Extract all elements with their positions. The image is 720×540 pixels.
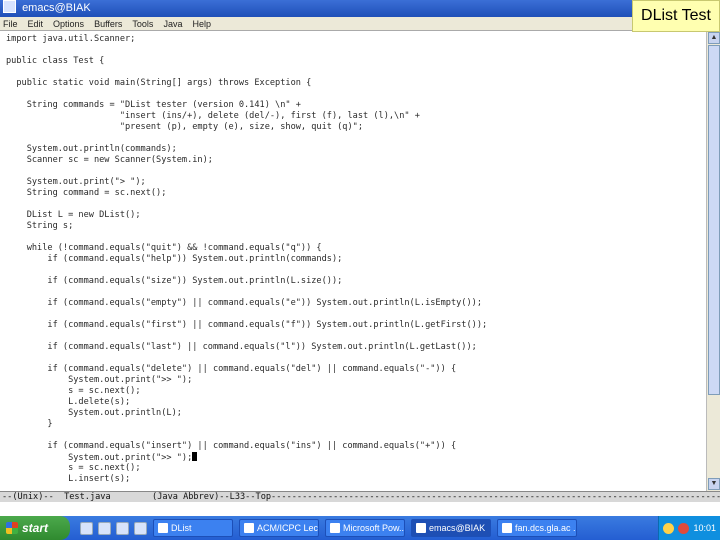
text-cursor: [192, 452, 198, 461]
menu-item-edit[interactable]: Edit: [28, 17, 44, 30]
start-label: start: [22, 521, 49, 535]
code-line[interactable]: DList L = new DList();: [6, 210, 141, 220]
start-button[interactable]: start: [0, 516, 70, 540]
window-titlebar[interactable]: emacs@BIAK: [0, 0, 720, 17]
window-icon: [330, 523, 340, 533]
system-tray: 10:01: [658, 516, 720, 540]
menu-item-buffers[interactable]: Buffers: [94, 17, 122, 30]
code-line[interactable]: while (!command.equals("quit") && !comma…: [6, 243, 322, 253]
scroll-thumb[interactable]: [708, 45, 720, 395]
windows-logo-icon: [6, 522, 18, 534]
code-line[interactable]: if (command.equals("last") || command.eq…: [6, 342, 476, 352]
taskbar-task-label: ACM/ICPC Lecture ...: [257, 523, 319, 533]
code-line[interactable]: "insert (ins/+), delete (del/-), first (…: [6, 111, 420, 121]
code-line[interactable]: if (command.equals("empty") || command.e…: [6, 298, 482, 308]
code-line[interactable]: System.out.print(">> ");: [6, 452, 198, 463]
code-line[interactable]: public static void main(String[] args) t…: [6, 78, 311, 88]
window-icon: [416, 523, 426, 533]
browser-icon[interactable]: [80, 521, 93, 535]
code-line[interactable]: if (command.equals("help")) System.out.p…: [6, 254, 342, 264]
code-line[interactable]: if (command.equals("delete") || command.…: [6, 364, 456, 374]
emacs-icon: [3, 0, 16, 13]
code-line[interactable]: import java.util.Scanner;: [6, 34, 135, 44]
code-line[interactable]: s = sc.next();: [6, 463, 140, 473]
code-editor[interactable]: import java.util.Scanner; public class Te…: [0, 31, 706, 491]
vertical-scrollbar[interactable]: ▲ ▼: [706, 31, 720, 491]
code-line[interactable]: System.out.println(commands);: [6, 144, 177, 154]
window-icon: [244, 523, 254, 533]
explorer-icon[interactable]: [134, 521, 147, 535]
minibuffer[interactable]: [0, 502, 720, 516]
taskbar-task[interactable]: DList: [153, 519, 233, 537]
scroll-down-icon[interactable]: ▼: [708, 478, 720, 490]
taskbar-task-label: fan.dcs.gla.ac ...: [515, 523, 577, 533]
task-list: DList ACM/ICPC Lecture ... Microsoft Pow..…: [147, 519, 577, 537]
window-icon: [502, 523, 512, 533]
code-line[interactable]: String command = sc.next();: [6, 188, 167, 198]
menu-item-file[interactable]: File: [3, 17, 18, 30]
scroll-up-icon[interactable]: ▲: [708, 32, 720, 44]
media-player-icon[interactable]: [98, 521, 111, 535]
taskbar-task-label: DList: [171, 523, 192, 533]
code-line[interactable]: String s;: [6, 221, 74, 231]
taskbar-task[interactable]: ACM/ICPC Lecture ...: [239, 519, 319, 537]
quick-launch: [80, 521, 147, 535]
code-line[interactable]: String commands = "DList tester (version…: [6, 100, 301, 110]
taskbar-task-label: Microsoft Pow...: [343, 523, 405, 533]
code-line[interactable]: System.out.println(L);: [6, 408, 182, 418]
desktop-icon[interactable]: [116, 521, 129, 535]
menu-item-tools[interactable]: Tools: [132, 17, 153, 30]
network-icon[interactable]: [663, 522, 675, 534]
code-line[interactable]: Scanner sc = new Scanner(System.in);: [6, 155, 213, 165]
slide-title: DList Test: [632, 0, 720, 32]
taskbar: start DList ACM/ICPC Lecture ... Microsoft…: [0, 516, 720, 540]
code-line[interactable]: L.delete(s);: [6, 397, 130, 407]
code-line[interactable]: s = sc.next();: [6, 386, 140, 396]
taskbar-task[interactable]: Microsoft Pow...: [325, 519, 405, 537]
menu-item-options[interactable]: Options: [53, 17, 84, 30]
code-line[interactable]: L.insert(s);: [6, 474, 130, 484]
window-icon: [158, 523, 168, 533]
clock: 10:01: [693, 523, 716, 533]
mode-line: --(Unix)-- Test.java (Java Abbrev)--L33-…: [0, 491, 720, 502]
window-title: emacs@BIAK: [22, 2, 91, 14]
code-line[interactable]: System.out.print(">> ");: [6, 375, 192, 385]
menu-item-java[interactable]: Java: [163, 17, 182, 30]
code-line[interactable]: if (command.equals("first") || command.e…: [6, 320, 487, 330]
code-line[interactable]: }: [6, 419, 52, 429]
code-line[interactable]: public class Test {: [6, 56, 104, 66]
taskbar-task[interactable]: fan.dcs.gla.ac ...: [497, 519, 577, 537]
security-icon[interactable]: [678, 522, 690, 534]
taskbar-task[interactable]: emacs@BIAK: [411, 519, 491, 537]
code-line[interactable]: if (command.equals("insert") || command.…: [6, 441, 456, 451]
menu-item-help[interactable]: Help: [192, 17, 211, 30]
taskbar-task-label: emacs@BIAK: [429, 523, 486, 533]
code-line[interactable]: "present (p), empty (e), size, show, qui…: [6, 122, 363, 132]
code-line[interactable]: System.out.print("> ");: [6, 177, 146, 187]
code-line[interactable]: if (command.equals("size")) System.out.p…: [6, 276, 342, 286]
menu-bar: File Edit Options Buffers Tools Java Help: [0, 17, 720, 31]
